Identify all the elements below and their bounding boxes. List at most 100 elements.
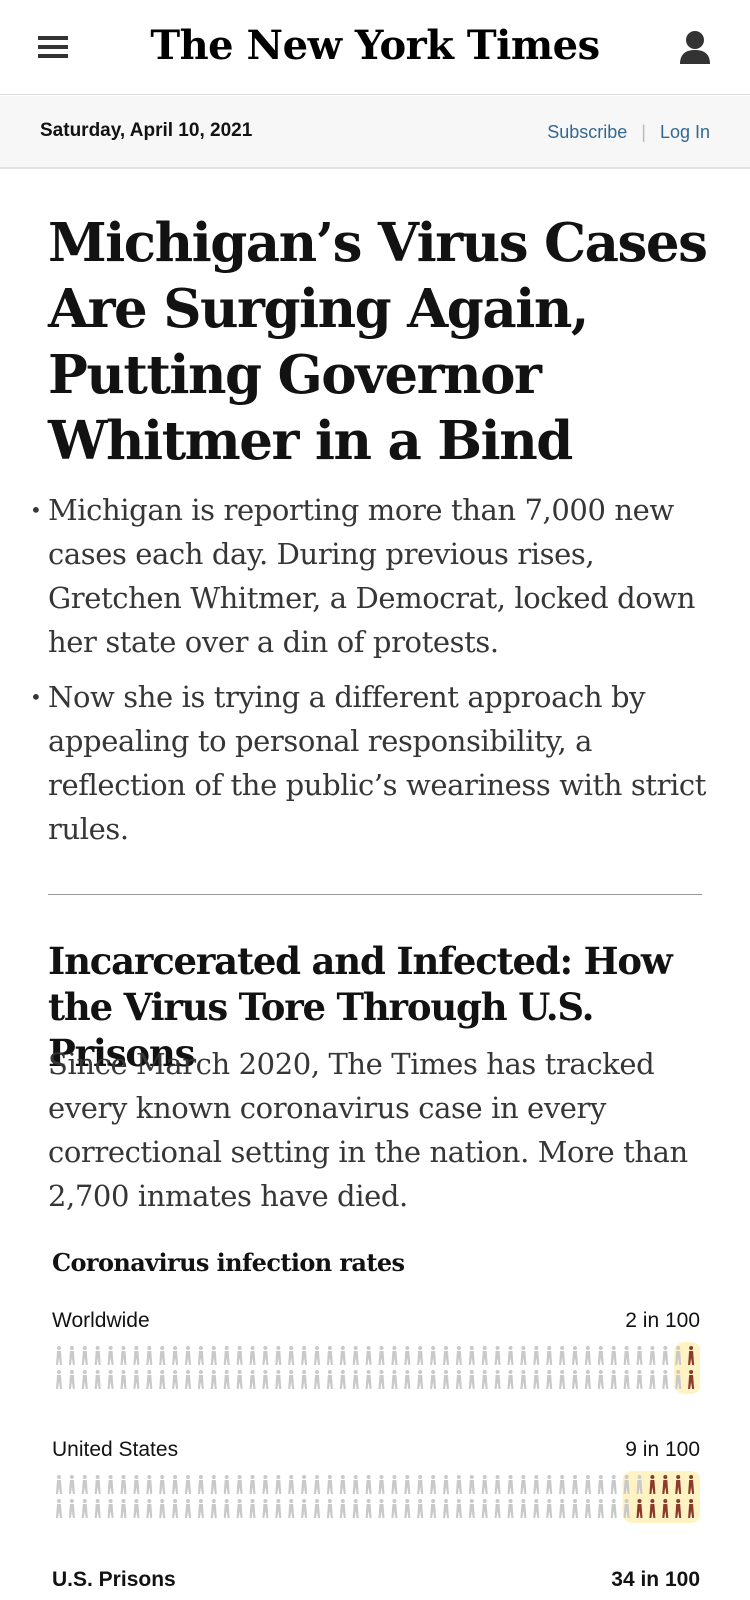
person-figure <box>378 1346 385 1365</box>
person-figure <box>223 1499 230 1518</box>
person-figure <box>378 1370 385 1389</box>
person-figure <box>185 1346 191 1365</box>
person-figure <box>636 1346 643 1365</box>
person-figure <box>365 1370 372 1389</box>
person-figure <box>584 1475 591 1494</box>
person-figure <box>365 1346 372 1365</box>
person-figure <box>133 1475 140 1494</box>
person-figure <box>107 1370 114 1389</box>
person-figure <box>94 1475 101 1494</box>
person-figure <box>68 1475 75 1494</box>
person-figure <box>107 1346 114 1365</box>
person-figure <box>223 1475 230 1494</box>
person-figure <box>275 1475 282 1494</box>
person-figure <box>443 1346 449 1365</box>
nyt-logo[interactable]: The New York Times <box>0 22 750 69</box>
person-figure <box>197 1346 204 1365</box>
person-figure <box>507 1499 514 1518</box>
person-figure <box>210 1346 217 1365</box>
person-figure <box>339 1370 346 1389</box>
person-figure <box>507 1475 514 1494</box>
person-figure <box>68 1499 75 1518</box>
person-figure <box>352 1475 359 1494</box>
person-figure <box>481 1475 488 1494</box>
person-figure <box>133 1499 140 1518</box>
person-figure <box>94 1346 101 1365</box>
person-figure <box>107 1499 114 1518</box>
row-rate-us-prisons: 34 in 100 <box>611 1568 700 1591</box>
person-figure <box>494 1370 501 1389</box>
person-figure <box>94 1499 101 1518</box>
person-figure <box>610 1499 617 1518</box>
person-figure <box>146 1346 153 1365</box>
infection-rates-graphic[interactable]: Coronavirus infection rates Worldwide 2 … <box>48 1238 704 1600</box>
person-figure <box>507 1346 514 1365</box>
person-figure <box>159 1370 166 1389</box>
person-figure <box>326 1346 333 1365</box>
person-figure <box>210 1475 217 1494</box>
row-label-us-prisons: U.S. Prisons <box>52 1568 176 1591</box>
person-figure <box>185 1475 191 1494</box>
person-figure <box>597 1499 604 1518</box>
user-account-icon[interactable] <box>678 28 712 68</box>
lead-story[interactable]: Michigan’s Virus Cases Are Surging Again… <box>48 210 708 474</box>
person-figure <box>262 1346 269 1365</box>
person-figure <box>572 1346 578 1365</box>
person-figure <box>584 1499 591 1518</box>
date-bar: Saturday, April 10, 2021 Subscribe | Log I… <box>0 96 750 169</box>
person-figure <box>159 1475 166 1494</box>
person-figure <box>288 1475 295 1494</box>
person-figure <box>481 1499 488 1518</box>
masthead: The New York Times <box>0 0 750 95</box>
person-figure <box>288 1346 295 1365</box>
person-figure <box>417 1370 424 1389</box>
person-figure <box>572 1370 578 1389</box>
person-figure <box>623 1346 630 1365</box>
person-figure <box>572 1475 578 1494</box>
person-figure <box>339 1475 346 1494</box>
second-summary: Since March 2020, The Times has tracked … <box>48 1047 688 1213</box>
person-figure <box>546 1370 553 1389</box>
person-figure <box>223 1346 230 1365</box>
person-figure <box>649 1346 656 1365</box>
login-link[interactable]: Log In <box>660 122 710 142</box>
person-figure <box>120 1370 127 1389</box>
person-figure <box>197 1370 204 1389</box>
subscribe-link[interactable]: Subscribe <box>547 122 627 142</box>
person-figure <box>468 1499 475 1518</box>
person-figure <box>314 1475 320 1494</box>
person-figure <box>133 1370 140 1389</box>
person-figure <box>494 1475 501 1494</box>
person-figure <box>533 1475 540 1494</box>
person-figure <box>81 1346 88 1365</box>
person-figure <box>481 1346 488 1365</box>
person-figure <box>326 1499 333 1518</box>
row-label-united-states: United States <box>52 1438 179 1461</box>
person-figure <box>223 1370 230 1389</box>
person-figure <box>610 1346 617 1365</box>
row-rate-worldwide: 2 in 100 <box>625 1309 700 1332</box>
person-figure <box>610 1370 617 1389</box>
person-figure <box>339 1346 346 1365</box>
person-figure <box>236 1475 243 1494</box>
people-figures-worldwide <box>56 1342 700 1394</box>
person-figure <box>275 1370 282 1389</box>
person-figure <box>520 1475 527 1494</box>
person-figure <box>68 1346 75 1365</box>
person-figure <box>365 1499 372 1518</box>
auth-links: Subscribe | Log In <box>547 122 710 143</box>
person-figure <box>455 1499 462 1518</box>
person-figure <box>288 1370 295 1389</box>
person-figure <box>197 1475 204 1494</box>
section-divider <box>48 894 702 895</box>
person-figure <box>430 1346 437 1365</box>
lead-headline[interactable]: Michigan’s Virus Cases Are Surging Again… <box>48 210 708 474</box>
person-figure <box>636 1370 643 1389</box>
person-figure <box>455 1370 462 1389</box>
person-figure <box>301 1370 308 1389</box>
person-figure <box>391 1499 398 1518</box>
lead-summary-text: Now she is trying a different approach b… <box>48 680 707 846</box>
person-figure <box>301 1475 308 1494</box>
person-figure <box>314 1346 320 1365</box>
person-figure <box>236 1499 243 1518</box>
